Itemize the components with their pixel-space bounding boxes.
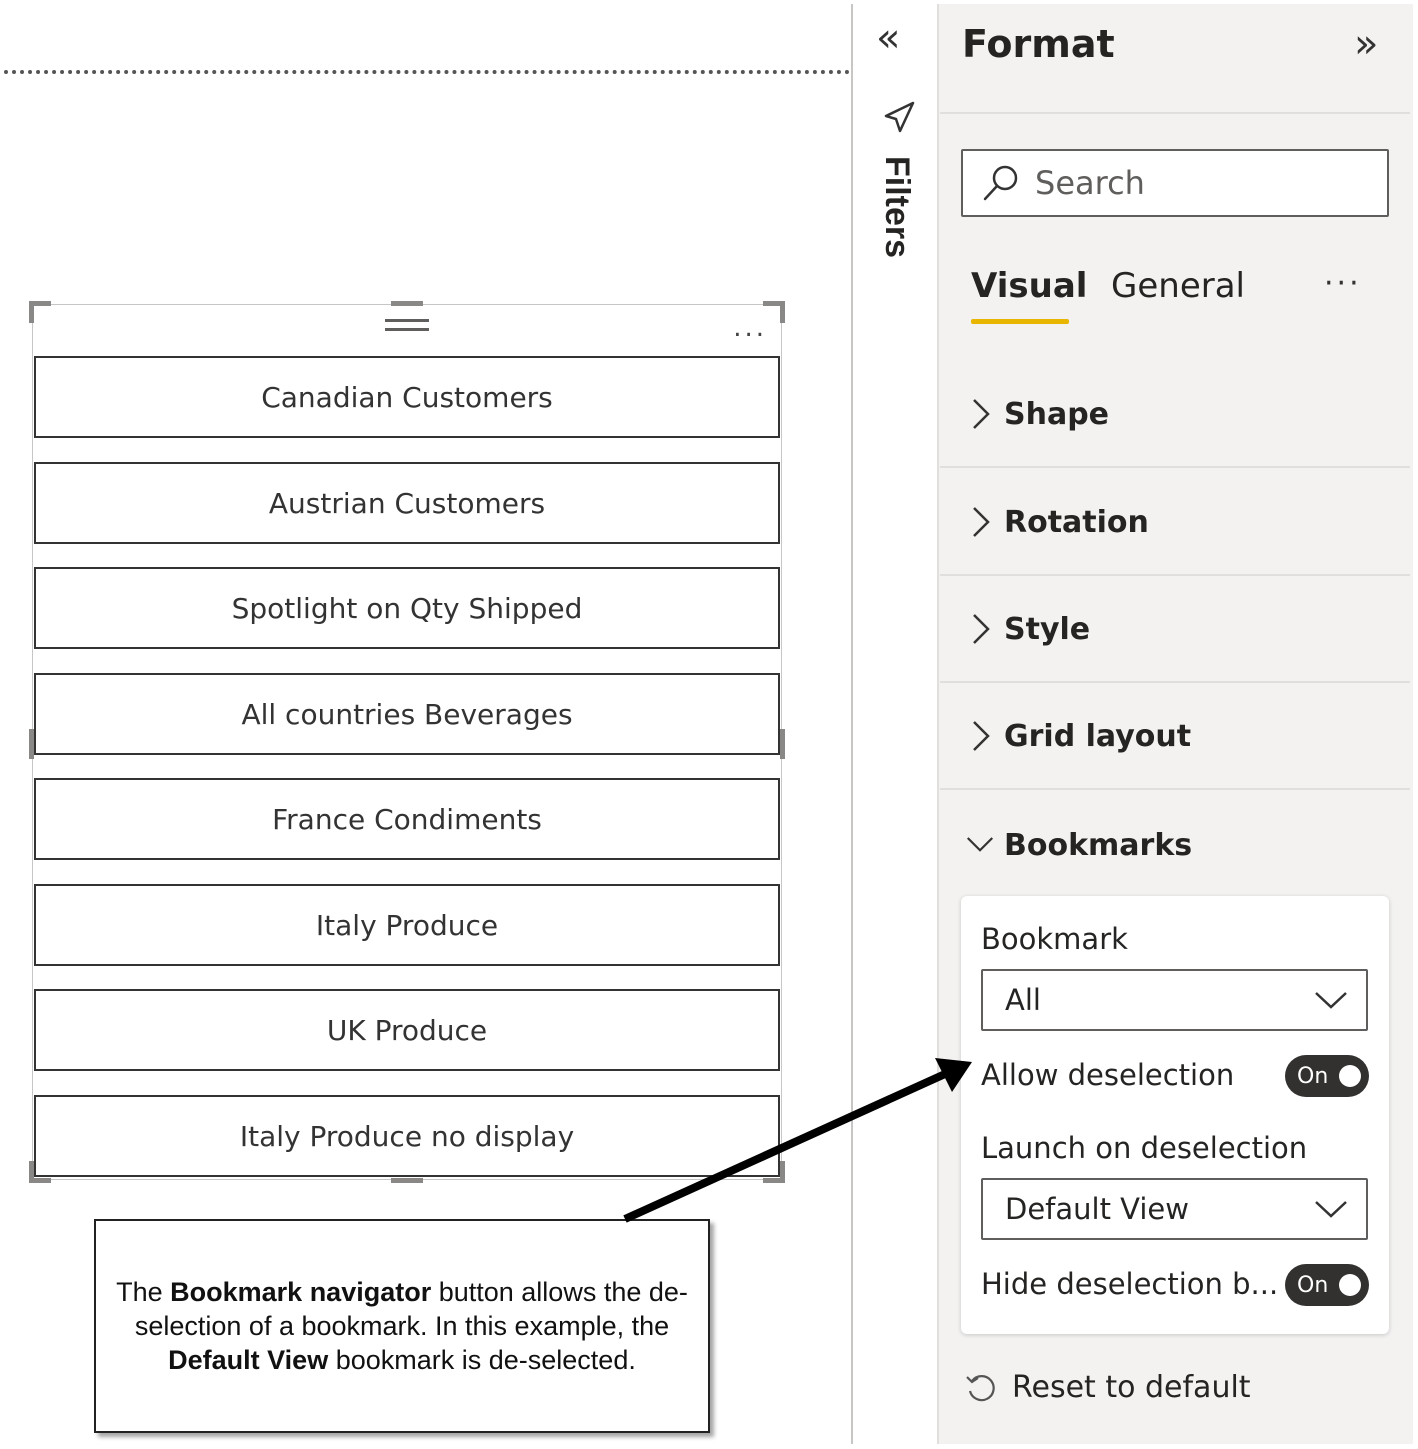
toggle-knob [1339, 1274, 1361, 1296]
bookmark-field-label: Bookmark [981, 922, 1128, 956]
section-rotation[interactable]: Rotation [940, 470, 1410, 576]
bookmark-dropdown-value: All [1005, 983, 1041, 1017]
drag-grip-icon[interactable] [385, 319, 429, 339]
resize-handle-top[interactable] [391, 301, 423, 306]
tab-visual[interactable]: Visual [971, 266, 1087, 306]
section-label: Shape [1004, 396, 1110, 432]
chevron-right-icon [973, 614, 990, 644]
chevron-right-icon [973, 507, 990, 537]
active-tab-indicator [971, 319, 1069, 324]
section-grid-layout[interactable]: Grid layout [940, 684, 1410, 790]
double-chevron-right-icon[interactable]: » [1354, 24, 1378, 64]
section-label: Bookmarks [1004, 827, 1193, 863]
filters-label[interactable]: Filters [870, 156, 916, 258]
allow-deselection-label: Allow deselection [981, 1058, 1235, 1092]
filter-icon [884, 101, 915, 133]
section-label: Grid layout [1004, 718, 1192, 754]
search-input[interactable] [1035, 164, 1355, 202]
chevron-right-icon [973, 399, 990, 429]
allow-deselection-toggle[interactable]: On [1285, 1055, 1369, 1097]
bookmark-button[interactable]: Italy Produce no display [34, 1095, 780, 1177]
bookmark-dropdown[interactable]: All [981, 969, 1368, 1031]
annotation-callout: The Bookmark navigator button allows the… [94, 1219, 710, 1433]
resize-corner-top-left[interactable] [29, 301, 51, 323]
chevron-down-icon [966, 837, 994, 852]
bookmark-button[interactable]: Italy Produce [34, 884, 780, 966]
reset-label: Reset to default [1012, 1370, 1251, 1405]
launch-on-deselection-label: Launch on deselection [981, 1131, 1308, 1165]
bookmark-button[interactable]: UK Produce [34, 989, 780, 1071]
toggle-knob [1339, 1065, 1361, 1087]
section-label: Rotation [1004, 504, 1149, 540]
canvas-top-border [4, 70, 850, 74]
tab-general[interactable]: General [1111, 266, 1245, 306]
bookmark-button[interactable]: Canadian Customers [34, 356, 780, 438]
more-options-icon[interactable]: ··· [1324, 266, 1362, 301]
toggle-state: On [1297, 1272, 1329, 1298]
bookmark-button[interactable]: Spotlight on Qty Shipped [34, 567, 780, 649]
bookmark-button[interactable]: Austrian Customers [34, 462, 780, 544]
resize-handle-bottom[interactable] [391, 1178, 423, 1183]
chevron-right-icon [973, 721, 990, 751]
section-shape[interactable]: Shape [940, 362, 1410, 468]
resize-handle-right[interactable] [780, 729, 785, 759]
bookmark-button[interactable]: France Condiments [34, 778, 780, 860]
section-style[interactable]: Style [940, 577, 1410, 683]
search-icon [983, 165, 1018, 201]
bookmarks-settings-card: Bookmark All Allow deselection On Launch… [961, 896, 1389, 1334]
pane-title: Format [962, 22, 1115, 66]
chevron-down-icon [1315, 992, 1347, 1009]
reset-to-default-link[interactable]: Reset to default [964, 1370, 1251, 1405]
section-label: Style [1004, 611, 1091, 647]
bookmark-button[interactable]: All countries Beverages [34, 673, 780, 755]
section-bookmarks[interactable]: Bookmarks [940, 792, 1410, 898]
reset-icon [966, 1374, 995, 1401]
launch-on-deselection-dropdown[interactable]: Default View [981, 1178, 1368, 1240]
double-chevron-left-icon[interactable]: « [876, 18, 900, 58]
title-separator [940, 112, 1410, 114]
hide-deselection-toggle[interactable]: On [1285, 1264, 1369, 1306]
launch-dropdown-value: Default View [1005, 1192, 1189, 1226]
visual-more-options-icon[interactable]: ... [733, 313, 767, 343]
toggle-state: On [1297, 1063, 1329, 1089]
search-box[interactable] [961, 149, 1389, 217]
hide-deselection-label: Hide deselection b... [981, 1267, 1279, 1301]
callout-text: The Bookmark navigator button allows the… [116, 1277, 688, 1375]
chevron-down-icon [1315, 1201, 1347, 1218]
